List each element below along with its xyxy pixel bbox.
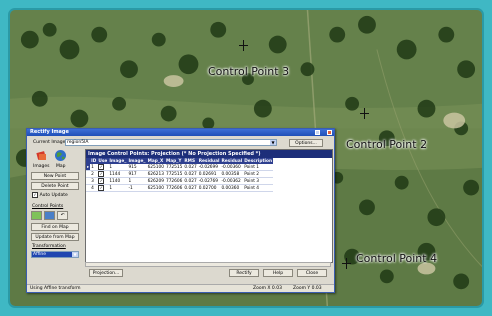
image-x[interactable]: 1144 — [108, 170, 128, 178]
column-header[interactable]: Image_ — [127, 158, 147, 164]
table-row[interactable]: 3 ✓ 1140 1 626209 772606 0.027 -0.02769 … — [86, 177, 274, 185]
column-header[interactable]: Residual — [220, 158, 244, 164]
grid-title: Image Control Points: Projection (* No P… — [86, 150, 332, 158]
dialog-title: Rectify Image — [30, 129, 69, 135]
checkmark-icon: ✓ — [98, 185, 105, 191]
column-header[interactable]: Residual — [197, 158, 221, 164]
point-id: 4 — [90, 184, 98, 192]
chevron-down-icon[interactable]: ▼ — [270, 140, 276, 145]
map-x[interactable]: 626209 — [146, 177, 165, 185]
table-row[interactable]: 4 ✓ 1 -1 625100 772606 0.027 0.02700 0.0… — [86, 184, 274, 192]
column-header[interactable]: Image_ — [108, 158, 128, 164]
description[interactable]: Point 2 — [243, 170, 274, 178]
map-y[interactable]: 772606 — [164, 177, 184, 185]
map-x[interactable]: 626213 — [146, 170, 165, 178]
control-points-table: ID Use Image_ Image_ Map_X Map_Y RMS Res… — [86, 158, 274, 192]
column-header[interactable]: Description — [243, 158, 274, 164]
auto-update-label: Auto Update — [39, 193, 68, 198]
images-label: Images — [33, 164, 50, 169]
transformation-value: Affine — [33, 252, 47, 257]
image-y[interactable]: -1 — [127, 184, 147, 192]
residual-x: 0.02691 — [197, 170, 221, 178]
rectify-button[interactable]: Rectify — [229, 269, 259, 277]
checkmark-icon: ✓ — [32, 192, 38, 198]
control-point-4-marker — [342, 258, 351, 269]
rms: 0.027 — [183, 184, 198, 192]
image-y[interactable]: 1 — [127, 177, 147, 185]
map-label: Map — [56, 164, 66, 169]
images-icon[interactable] — [35, 149, 48, 162]
description[interactable]: Point 4 — [243, 184, 274, 192]
map-y[interactable]: 772606 — [164, 184, 184, 192]
residual-y: 0.00360 — [220, 184, 244, 192]
update-from-map-button[interactable]: Update from Map — [31, 233, 79, 241]
select-point-tool-icon[interactable] — [44, 211, 55, 220]
checkmark-icon: ✓ — [98, 171, 105, 177]
status-bar: Using Affine transform Zoom X 0.03 Zoom … — [27, 284, 334, 292]
column-header[interactable]: ID — [90, 158, 98, 164]
use-checkbox[interactable]: ✓ — [97, 177, 109, 185]
transformation-select[interactable]: Affine ▼ — [31, 251, 79, 258]
close-button[interactable]: Close — [297, 269, 327, 277]
residual-y: 0.00358 — [220, 170, 244, 178]
grid-horizontal-scrollbar[interactable] — [85, 262, 331, 267]
map-globe-icon[interactable] — [54, 149, 67, 162]
residual-x: 0.02700 — [197, 184, 221, 192]
control-point-label: Control Point 4 — [356, 252, 438, 265]
current-image-value: region5IA — [67, 140, 89, 145]
minimize-icon[interactable] — [315, 130, 320, 135]
table-header-row: ID Use Image_ Image_ Map_X Map_Y RMS Res… — [86, 158, 274, 164]
rectify-image-dialog: Rectify Image Current Image region5IA ▼ … — [26, 128, 335, 293]
point-id: 3 — [90, 177, 98, 185]
residual-x: -0.02769 — [197, 177, 221, 185]
residual-y: -0.00362 — [220, 177, 244, 185]
control-point-2-marker — [360, 108, 369, 119]
rms: 0.027 — [183, 177, 198, 185]
column-header[interactable]: Map_X — [146, 158, 165, 164]
control-point-label: Control Point 3 — [208, 65, 290, 78]
map-y[interactable]: 772515 — [164, 170, 184, 178]
image-y[interactable]: 917 — [127, 170, 147, 178]
new-point-button[interactable]: New Point — [31, 172, 79, 180]
description[interactable]: Point 3 — [243, 177, 274, 185]
zoom-x-readout: Zoom X 0.03 — [253, 286, 282, 291]
delete-point-button[interactable]: Delete Point — [31, 182, 79, 190]
auto-update-checkbox[interactable]: ✓ Auto Update — [32, 192, 68, 198]
add-point-tool-icon[interactable] — [31, 211, 42, 220]
zoom-y-readout: Zoom Y 0.03 — [293, 286, 322, 291]
current-image-label: Current Image — [33, 140, 66, 145]
image-x[interactable]: 1140 — [108, 177, 128, 185]
control-points-label: Control Points — [32, 204, 64, 209]
map-x[interactable]: 625100 — [146, 184, 165, 192]
status-text: Using Affine transform — [30, 286, 81, 291]
undo-icon[interactable]: ↶ — [57, 211, 68, 220]
dialog-title-bar[interactable]: Rectify Image — [27, 129, 334, 136]
table-row[interactable]: 2 ✓ 1144 917 626213 772515 0.027 0.02691… — [86, 170, 274, 178]
find-on-map-button[interactable]: Find on Map — [31, 223, 79, 231]
current-image-select[interactable]: region5IA ▼ — [65, 139, 277, 146]
rms: 0.027 — [183, 170, 198, 178]
transformation-label: Transformation — [32, 244, 66, 249]
column-header[interactable]: Map_Y — [164, 158, 184, 164]
options-button[interactable]: Options... — [289, 139, 323, 147]
help-button[interactable]: Help — [263, 269, 293, 277]
chevron-down-icon[interactable]: ▼ — [72, 252, 78, 257]
image-x[interactable]: 1 — [108, 184, 128, 192]
control-point-3-marker — [239, 40, 248, 51]
control-point-label: Control Point 2 — [346, 138, 428, 151]
checkmark-icon: ✓ — [98, 178, 105, 184]
checkmark-icon: ✓ — [98, 164, 105, 170]
use-checkbox[interactable]: ✓ — [97, 170, 109, 178]
control-points-grid[interactable]: Image Control Points: Projection (* No P… — [85, 149, 333, 263]
close-icon[interactable] — [327, 130, 332, 135]
point-id: 2 — [90, 170, 98, 178]
projection-button[interactable]: Projection... — [89, 269, 123, 277]
use-checkbox[interactable]: ✓ — [97, 184, 109, 192]
